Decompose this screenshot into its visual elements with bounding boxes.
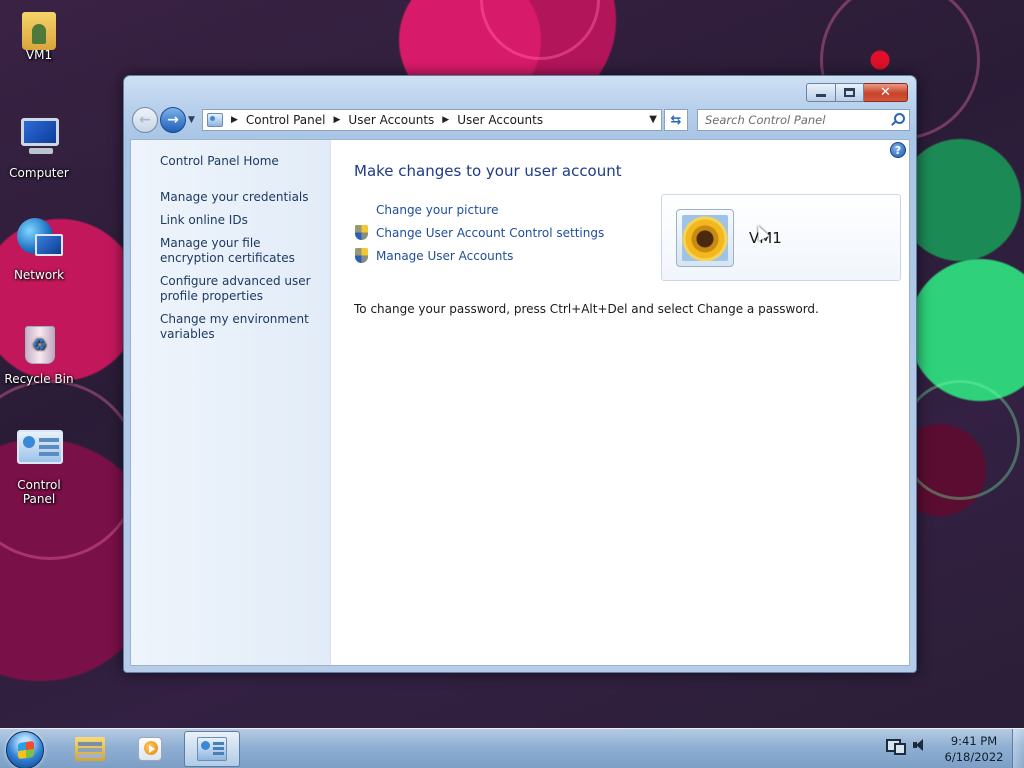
address-bar[interactable]: ▶ Control Panel ▶ User Accounts ▶ User A… [202,109,662,131]
maximize-icon [844,88,855,97]
search-icon[interactable] [890,113,905,127]
desktop-icon-recycle-bin[interactable]: Recycle Bin [1,320,77,386]
task-list: Change your picture Change User Account … [354,202,604,271]
uac-shield-icon [354,248,369,264]
breadcrumb-user-accounts-current[interactable]: User Accounts [457,113,543,127]
system-tray [886,737,928,755]
windows-logo-icon [18,740,34,760]
forward-button[interactable]: → [160,107,186,133]
file-encryption-certificates-link[interactable]: Manage your file encryption certificates [160,236,325,266]
minimize-button[interactable] [806,83,836,102]
uac-settings-link[interactable]: Change User Account Control settings [354,225,604,248]
media-player-icon [138,737,162,761]
desktop-icon-label: Control Panel [17,478,61,506]
recycle-bin-icon [15,320,63,368]
uac-shield-icon [354,225,369,241]
link-online-ids-link[interactable]: Link online IDs [160,213,325,228]
manage-user-accounts-link[interactable]: Manage User Accounts [354,248,604,271]
account-card: VM1 [661,194,901,281]
network-icon [15,216,63,264]
breadcrumb-arrow-icon[interactable]: ▶ [442,115,449,125]
clock-date: 6/18/2022 [944,750,1004,764]
search-box[interactable] [697,109,910,131]
password-note: To change your password, press Ctrl+Alt+… [354,302,819,316]
sunflower-icon [682,215,728,261]
task-pane: Control Panel Home Manage your credentia… [131,140,331,665]
computer-icon [15,114,63,162]
breadcrumb-arrow-icon[interactable]: ▶ [334,115,341,125]
content-area: Control Panel Home Manage your credentia… [130,139,910,666]
taskbar: 9:41 PM 6/18/2022 [0,728,1024,768]
desktop-icon-label: VM1 [25,48,53,62]
minimize-icon [816,94,826,97]
clock-time: 9:41 PM [950,734,998,748]
task-label: Change your picture [376,203,499,217]
maximize-button[interactable] [836,83,864,102]
desktop-icon-network[interactable]: Network [1,216,77,282]
user-folder-icon [22,12,56,50]
desktop-icon-computer[interactable]: Computer [1,114,77,180]
help-icon[interactable]: ? [890,142,906,158]
manage-credentials-link[interactable]: Manage your credentials [160,190,325,205]
main-pane: ? Make changes to your user account Chan… [332,140,909,665]
start-button[interactable] [6,731,44,768]
arrow-right-icon: → [167,112,179,128]
desktop-icon-label: Network [13,268,65,282]
environment-variables-link[interactable]: Change my environment variables [160,312,325,342]
task-label: Manage User Accounts [376,249,514,263]
advanced-profile-properties-link[interactable]: Configure advanced user profile properti… [160,274,325,304]
network-tray-icon[interactable] [886,737,906,755]
arrow-left-icon: ← [139,112,151,128]
volume-tray-icon[interactable] [912,737,928,753]
close-button[interactable]: ✕ [864,83,908,102]
change-picture-link[interactable]: Change your picture [354,202,604,225]
address-dropdown-icon[interactable]: ▼ [649,114,657,125]
control-panel-home-link[interactable]: Control Panel Home [160,154,279,168]
search-input[interactable] [698,110,878,130]
account-picture[interactable] [676,209,734,267]
system-clock[interactable]: 9:41 PM 6/18/2022 [944,733,1004,765]
control-panel-icon [15,426,63,474]
control-panel-small-icon [207,113,223,127]
windows-explorer-icon [75,737,105,761]
page-title: Make changes to your user account [354,162,622,180]
chevron-down-icon: ▼ [188,115,195,125]
navigation-bar: ← → ▼ ▶ Control Panel ▶ User Accounts ▶ … [132,107,910,133]
sidebar-links: Manage your credentials Link online IDs … [160,190,325,350]
close-icon: ✕ [880,85,891,100]
breadcrumb-control-panel[interactable]: Control Panel [246,113,326,127]
refresh-button[interactable]: ⇆ [664,109,688,131]
desktop-icon-label: Computer [9,166,69,180]
taskbar-control-panel-button[interactable] [184,731,240,767]
show-desktop-button[interactable] [1012,729,1024,768]
wallpaper-swirl [480,0,600,60]
taskbar-media-player-button[interactable] [122,731,178,767]
breadcrumb-arrow-icon[interactable]: ▶ [231,115,238,125]
window-controls: ✕ [806,83,908,102]
desktop-icon-label: Recycle Bin [4,372,74,386]
wallpaper-swirl [900,380,1020,500]
control-panel-window: ✕ ← → ▼ ▶ Control Panel ▶ User Accounts … [123,75,917,673]
desktop-icon-control-panel[interactable]: Control Panel [1,426,77,506]
control-panel-icon [197,737,227,761]
recent-pages-button[interactable]: ▼ [188,115,195,125]
breadcrumb-user-accounts[interactable]: User Accounts [348,113,434,127]
refresh-icon: ⇆ [670,112,682,128]
taskbar-explorer-button[interactable] [62,731,118,767]
task-label: Change User Account Control settings [376,226,605,240]
desktop-icon-vm1[interactable]: VM1 [1,6,77,62]
back-button[interactable]: ← [132,107,158,133]
